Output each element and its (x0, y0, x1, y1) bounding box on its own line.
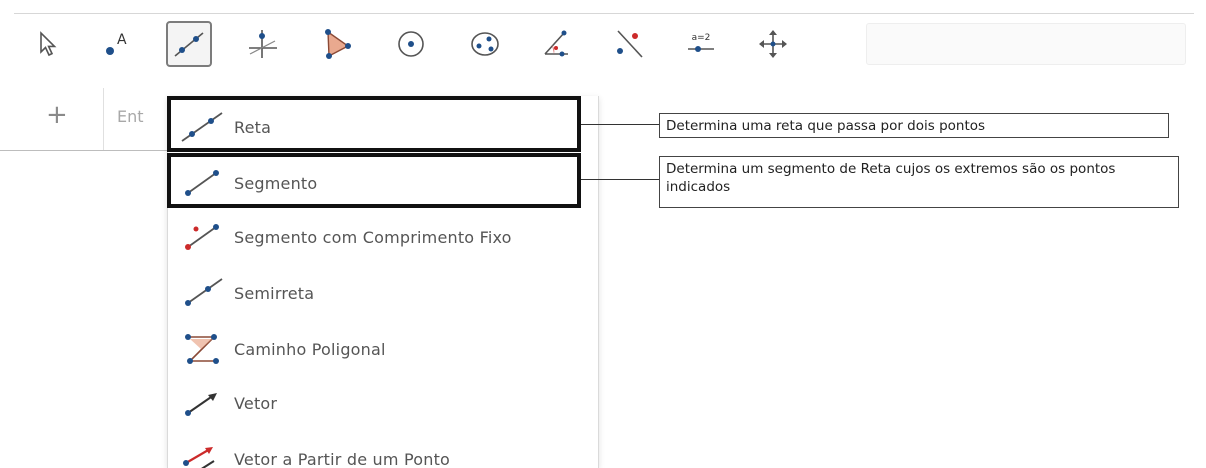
vector-from-point-icon (183, 447, 215, 468)
line-through-points-icon (174, 32, 204, 57)
menu-item-vetor[interactable]: Vetor (168, 376, 598, 430)
callout-reta: Determina uma reta que passa por dois po… (659, 113, 1169, 138)
polygon-icon (325, 29, 351, 59)
circle-center-icon (398, 31, 424, 57)
toolbar-divider (14, 13, 1194, 14)
menu-item-semirreta[interactable]: Semirreta (168, 266, 598, 320)
angle-icon (544, 30, 568, 57)
highlight-reta (167, 96, 581, 152)
slider-icon: a=2 (688, 33, 714, 52)
move-graphics-tool-button[interactable] (750, 21, 796, 67)
menu-item-label: Segmento com Comprimento Fixo (234, 227, 512, 247)
input-bar-text[interactable]: Ent (117, 107, 144, 126)
reflect-tool-button[interactable] (606, 21, 652, 67)
vector-icon (185, 393, 217, 416)
add-input-button[interactable]: + (46, 100, 68, 130)
point-tool-button[interactable]: A (94, 21, 140, 67)
slider-tool-button[interactable]: a=2 (678, 21, 724, 67)
slider-tool-label: a=2 (692, 33, 711, 43)
perpendicular-tool-button[interactable] (240, 21, 286, 67)
toolbar-empty-area (866, 23, 1186, 65)
ray-icon (185, 278, 223, 306)
conic-ellipse-icon (471, 32, 499, 56)
circle-tool-button[interactable] (388, 21, 434, 67)
polygon-tool-button[interactable] (314, 21, 360, 67)
menu-item-caminho-poligonal[interactable]: Caminho Poligonal (168, 322, 598, 376)
callout-segmento: Determina um segmento de Reta cujos os e… (659, 156, 1179, 208)
highlight-segmento (167, 153, 581, 208)
conic-tool-button[interactable] (462, 21, 508, 67)
callout-connector-reta (581, 124, 659, 125)
segment-fixed-length-icon (185, 224, 219, 250)
menu-item-label: Semirreta (234, 283, 315, 303)
reflect-point-icon (617, 30, 643, 58)
menu-item-label: Caminho Poligonal (234, 339, 386, 359)
callout-connector-segmento (581, 179, 659, 180)
svg-text:A: A (117, 32, 127, 48)
menu-item-label: Vetor (234, 393, 278, 413)
menu-item-label: Vetor a Partir de um Ponto (234, 449, 451, 468)
angle-tool-button[interactable] (534, 21, 580, 67)
input-row-underline (0, 150, 168, 151)
line-tool-button[interactable] (166, 21, 212, 67)
point-a-icon: A (106, 32, 127, 55)
pointer-arrow-icon (40, 31, 57, 57)
menu-item-segmento-comprimento-fixo[interactable]: Segmento com Comprimento Fixo (168, 210, 598, 264)
menu-item-vetor-a-partir-de-um-ponto[interactable]: Vetor a Partir de um Ponto (168, 432, 598, 468)
input-row-divider (103, 88, 104, 150)
perpendicular-line-icon (249, 30, 277, 58)
move-tool-button[interactable] (24, 21, 70, 67)
move-cross-icon (759, 30, 787, 58)
toolbar: A a=2 (0, 0, 1206, 86)
polyline-icon (185, 334, 219, 364)
